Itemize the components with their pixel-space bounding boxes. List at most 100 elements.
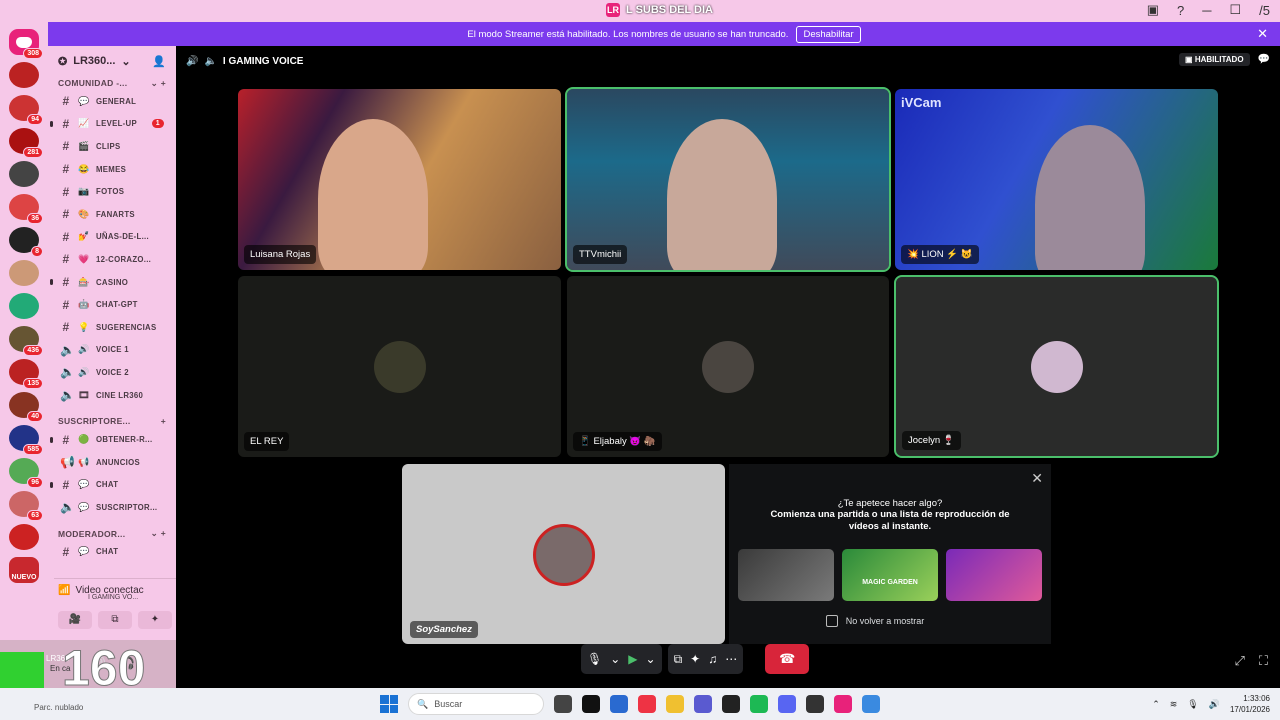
new-server-badge[interactable]: NUEVO <box>9 557 39 583</box>
server-header[interactable]: ✪ LR360... ⌄ 👤 <box>48 46 176 76</box>
maximize-button[interactable]: ☐ <box>1230 2 1242 18</box>
close-window-button[interactable]: /5 <box>1259 3 1270 18</box>
chevron-down-icon[interactable]: ⌄ <box>646 652 656 666</box>
camera-toggle-button[interactable]: 🎥 <box>58 611 92 629</box>
category-label: SUSCRIPTORE... <box>58 416 131 427</box>
server-icon[interactable]: 585 <box>9 425 43 455</box>
server-icon[interactable] <box>9 62 39 88</box>
tiktok-icon[interactable] <box>582 695 600 713</box>
more-icon[interactable]: ⋯ <box>725 652 737 666</box>
category-suscriptores[interactable]: SUSCRIPTORE... + <box>48 414 176 428</box>
channel-fanarts[interactable]: # 🎨 FANARTS <box>48 203 176 226</box>
category-comunidad[interactable]: COMUNIDAD -... ⌄ + <box>48 76 176 90</box>
add-channel-icon[interactable]: + <box>161 416 166 426</box>
activities-button[interactable]: ✦ <box>138 611 172 629</box>
activity-game-3[interactable] <box>946 549 1042 601</box>
chrome-icon[interactable] <box>638 695 656 713</box>
server-icon[interactable] <box>9 260 39 286</box>
mic-icon[interactable]: 🎙 <box>587 652 602 666</box>
soundboard-icon[interactable]: ♫ <box>708 652 717 666</box>
channel-clips[interactable]: # 🎬 CLIPS <box>48 135 176 158</box>
channel-anuncios[interactable]: 📢 📢 ANUNCIOS <box>48 451 176 474</box>
activity-game-1[interactable] <box>738 549 834 601</box>
video-tile-participant[interactable]: iVCam 💥 LION ⚡ 😺 <box>895 89 1218 270</box>
audio-tile-participant[interactable]: 📱 Eljabaly 😈 🦣 <box>567 276 889 457</box>
discord-icon[interactable] <box>778 695 796 713</box>
inbox-icon[interactable]: ▣ <box>1147 2 1159 18</box>
category-moderadores[interactable]: MODERADOR... ⌄ + <box>48 527 176 541</box>
mic-tray-icon[interactable]: 🎙 <box>1187 699 1198 710</box>
disconnect-button[interactable]: ☎ <box>765 644 810 674</box>
audio-tile-participant[interactable]: Jocelyn 🍷 <box>894 275 1219 458</box>
wifi-icon[interactable]: ≋ <box>1170 699 1178 710</box>
server-icon[interactable]: 135 <box>9 359 43 389</box>
close-icon[interactable]: ✕ <box>1257 26 1268 42</box>
server-icon[interactable]: 36 <box>9 194 43 224</box>
invite-icon[interactable]: 👤 <box>152 55 166 68</box>
add-channel-icon[interactable]: ⌄ + <box>151 528 166 539</box>
spotify-icon[interactable] <box>750 695 768 713</box>
chevron-down-icon[interactable]: ⌄ <box>610 652 620 666</box>
activities-icon[interactable]: ✦ <box>690 652 700 666</box>
mic-control[interactable]: 🎙 ⌄ ▶ ⌄ <box>581 644 662 674</box>
home-button[interactable]: 308 <box>9 29 43 59</box>
folder-icon[interactable] <box>666 695 684 713</box>
screen-share-button[interactable]: ⧉ <box>98 611 132 629</box>
video-tile-participant[interactable]: Luisana Rojas <box>238 89 561 270</box>
channel-corazones[interactable]: # 💗 12-CORAZO... <box>48 248 176 271</box>
dont-show-again[interactable]: No volver a mostrar <box>699 615 1051 627</box>
volume-icon[interactable]: 🔊 <box>1209 699 1220 710</box>
clock[interactable]: 1:33:06 17/01/2026 <box>1230 693 1270 715</box>
taskbar-search[interactable]: 🔍 Buscar <box>408 693 544 715</box>
obs-icon[interactable] <box>806 695 824 713</box>
popout-icon[interactable]: ⤢ <box>1234 653 1244 669</box>
media-icon[interactable] <box>722 695 740 713</box>
channel-obtener[interactable]: # 🟢 OBTENER-R... <box>48 428 176 451</box>
channel-sugerencias[interactable]: # 💡 SUGERENCIAS <box>48 316 176 339</box>
tiktok-live-icon[interactable] <box>834 695 852 713</box>
server-icon[interactable]: 63 <box>9 491 43 521</box>
channel-voice-1[interactable]: 🔈 🔊 VOICE 1 <box>48 339 176 362</box>
activity-game-magic-garden[interactable]: MAGIC GARDEN <box>842 549 938 601</box>
server-icon[interactable] <box>9 161 39 187</box>
self-video-tile[interactable]: SoySanchez <box>402 464 725 644</box>
channel-voice-2[interactable]: 🔈 🔊 VOICE 2 <box>48 361 176 384</box>
server-icon[interactable]: 94 <box>9 95 43 125</box>
camera-icon[interactable]: ▶ <box>628 652 637 666</box>
channel-chat-gpt[interactable]: # 🤖 CHAT-GPT <box>48 293 176 316</box>
channel-general[interactable]: # 💬 GENERAL <box>48 90 176 113</box>
app-icon[interactable] <box>862 695 880 713</box>
server-icon[interactable] <box>9 293 39 319</box>
teams-icon[interactable] <box>694 695 712 713</box>
add-channel-icon[interactable]: ⌄ + <box>151 78 166 89</box>
channel-suscriptor[interactable]: 🔈 💬 SUSCRIPTOR... <box>48 496 176 519</box>
chevron-up-icon[interactable]: ⌃ <box>1152 699 1160 710</box>
channel-cine[interactable]: 🔈 🎞 CINE LR360 <box>48 384 176 407</box>
channel-fotos[interactable]: # 📷 FOTOS <box>48 180 176 203</box>
task-view-icon[interactable] <box>554 695 572 713</box>
server-icon[interactable]: 281 <box>9 128 43 158</box>
server-icon[interactable] <box>9 524 39 550</box>
channel-chat[interactable]: # 💬 CHAT <box>48 474 176 497</box>
server-icon[interactable]: 40 <box>9 392 43 422</box>
minimize-button[interactable]: ─ <box>1202 3 1211 18</box>
close-icon[interactable]: ✕ <box>1031 470 1043 487</box>
audio-tile-participant[interactable]: EL REY <box>238 276 561 457</box>
channel-memes[interactable]: # 😂 MEMES <box>48 158 176 181</box>
dont-show-checkbox[interactable] <box>825 615 838 627</box>
fullscreen-icon[interactable]: ⛶ <box>1259 653 1268 669</box>
windows-start-icon[interactable] <box>380 695 398 713</box>
channel-level-up[interactable]: # 📈 LEVEL-UP 1 <box>48 113 176 136</box>
channel-mod-chat[interactable]: # 💬 CHAT <box>48 541 176 564</box>
video-tile-participant[interactable]: TTVmichii <box>565 87 891 272</box>
store-icon[interactable] <box>610 695 628 713</box>
screen-share-icon[interactable]: ⧉ <box>674 652 683 667</box>
server-icon[interactable]: 436 <box>9 326 43 356</box>
channel-casino[interactable]: # 🎰 CASINO <box>48 271 176 294</box>
server-icon[interactable]: 96 <box>9 458 43 488</box>
server-icon[interactable]: 8 <box>9 227 43 257</box>
disable-streamer-button[interactable]: Deshabilitar <box>796 25 861 43</box>
channel-unas[interactable]: # 💅 UÑAS-DE-L... <box>48 226 176 249</box>
chat-icon[interactable]: 💬 <box>1258 54 1270 65</box>
help-icon[interactable]: ? <box>1177 3 1184 18</box>
